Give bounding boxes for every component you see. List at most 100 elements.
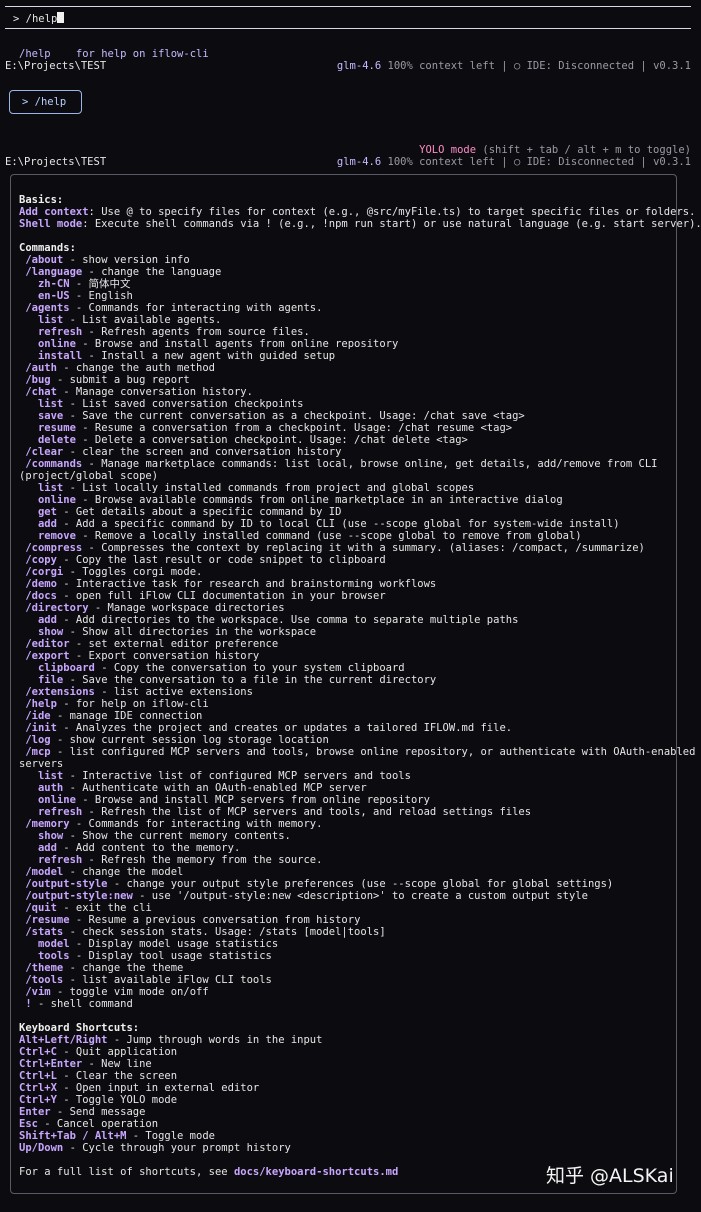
shortcut-item-description: - Toggle mode bbox=[126, 1130, 215, 1142]
command-item-description: - Remove a locally installed command (us… bbox=[75, 530, 582, 542]
basics-item-key: Shell mode bbox=[19, 218, 83, 230]
command-item: remove - Remove a locally installed comm… bbox=[19, 530, 701, 542]
command-item-description: - Interactive task for research and brai… bbox=[56, 578, 437, 590]
command-item-description: - Interactive list of configured MCP ser… bbox=[63, 770, 411, 782]
command-item-description: - Browse available commands from online … bbox=[75, 494, 563, 506]
command-item-key: /about bbox=[25, 254, 64, 266]
shortcut-item-key: Ctrl+X bbox=[19, 1082, 57, 1094]
footer-link[interactable]: docs/keyboard-shortcuts.md bbox=[234, 1166, 398, 1178]
command-item-key: /vim bbox=[25, 986, 51, 998]
shortcut-item: Enter - Send message bbox=[19, 1106, 701, 1118]
shortcut-item-key: Up/Down bbox=[19, 1142, 64, 1154]
command-item-key: /extensions bbox=[25, 686, 95, 698]
command-item-key: /tools bbox=[25, 974, 64, 986]
command-item: online - Browse and install agents from … bbox=[19, 338, 701, 350]
shortcut-item-description: - Quit application bbox=[56, 1046, 178, 1058]
command-item: (project/global scope) bbox=[19, 470, 701, 482]
command-item-key: add bbox=[37, 518, 57, 530]
command-item: /corgi - Toggles corgi mode. bbox=[19, 566, 701, 578]
command-item-description: - Add content to the memory. bbox=[56, 842, 241, 854]
command-item-description: - change the auth method bbox=[56, 362, 215, 374]
command-item: file - Save the conversation to a file i… bbox=[19, 674, 701, 686]
command-item-description: - Resume a conversation from a checkpoin… bbox=[75, 422, 513, 434]
command-item-description: - Refresh the list of MCP servers and to… bbox=[82, 806, 532, 818]
command-suggestion[interactable]: /help for help on iflow-cli bbox=[19, 48, 209, 60]
shortcut-item-key: Esc bbox=[19, 1118, 38, 1130]
command-item-key: delete bbox=[37, 434, 76, 446]
command-item-description: - change the model bbox=[63, 866, 184, 878]
status-path: E:\Projects\TEST bbox=[5, 60, 107, 72]
prompt-input[interactable]: /help bbox=[26, 13, 58, 25]
shortcut-item-key: Ctrl+C bbox=[19, 1046, 57, 1058]
prompt-symbol: > bbox=[13, 13, 20, 25]
command-item-key: /log bbox=[25, 734, 51, 746]
command-item-description: - Export conversation history bbox=[69, 650, 260, 662]
model-name: glm-4.6 bbox=[336, 156, 382, 168]
command-item-key: add bbox=[37, 842, 57, 854]
command-item: refresh - Refresh the list of MCP server… bbox=[19, 806, 701, 818]
prompt-input-box[interactable]: > /help bbox=[5, 6, 691, 29]
command-item-description: - Show all directories in the workspace bbox=[63, 626, 317, 638]
command-item-description: - Install a new agent with guided setup bbox=[82, 350, 336, 362]
command-item-key: list bbox=[37, 314, 64, 326]
command-item: /compress - Compresses the context by re… bbox=[19, 542, 701, 554]
command-item-key: /auth bbox=[25, 362, 57, 374]
command-item-description: - Manage marketplace commands: list loca… bbox=[82, 458, 658, 470]
command-item-key: auth bbox=[37, 782, 64, 794]
command-item-key: save bbox=[37, 410, 64, 422]
shortcut-item-description: - Cycle through your prompt history bbox=[63, 1142, 291, 1154]
command-item: /output-style - change your output style… bbox=[19, 878, 701, 890]
prompt-line[interactable]: > /help bbox=[13, 12, 65, 25]
command-item-description: - 简体中文 bbox=[69, 278, 131, 290]
shortcut-item: Up/Down - Cycle through your prompt hist… bbox=[19, 1142, 701, 1154]
command-item-key: /clear bbox=[25, 446, 64, 458]
shortcut-item-description: - Clear the screen bbox=[56, 1070, 178, 1082]
command-item-key: /stats bbox=[25, 926, 64, 938]
command-item: refresh - Refresh the memory from the so… bbox=[19, 854, 701, 866]
separator: | bbox=[640, 156, 647, 168]
command-item: /auth - change the auth method bbox=[19, 362, 701, 374]
shortcut-item-description: - New line bbox=[82, 1058, 152, 1070]
command-item: /demo - Interactive task for research an… bbox=[19, 578, 701, 590]
command-item-description: - Save the conversation to a file in the… bbox=[63, 674, 437, 686]
command-item: /tools - list available iFlow CLI tools bbox=[19, 974, 701, 986]
command-item-key: /output-style bbox=[25, 878, 108, 890]
command-item-description: - exit the cli bbox=[56, 902, 152, 914]
command-item-description: - show version info bbox=[63, 254, 190, 266]
command-item: list - List locally installed commands f… bbox=[19, 482, 701, 494]
command-item-key: online bbox=[37, 338, 76, 350]
basics-item-description: : Execute shell commands via ! (e.g., !n… bbox=[82, 218, 701, 230]
command-item-key: /memory bbox=[25, 818, 70, 830]
command-item-key: refresh bbox=[37, 854, 83, 866]
command-item: list - List available agents. bbox=[19, 314, 701, 326]
command-item-description: - Refresh agents from source files. bbox=[82, 326, 310, 338]
command-item-description: - manage IDE connection bbox=[50, 710, 203, 722]
shortcut-item-description: - Toggle YOLO mode bbox=[56, 1094, 178, 1106]
suggestion-description: for help on iflow-cli bbox=[75, 48, 209, 60]
command-item-description: - Toggles corgi mode. bbox=[63, 566, 203, 578]
command-item-description: servers bbox=[19, 758, 64, 770]
command-item-key: online bbox=[37, 494, 76, 506]
command-item-key: /theme bbox=[25, 962, 64, 974]
yolo-label: YOLO mode bbox=[419, 144, 477, 156]
command-item: /vim - toggle vim mode on/off bbox=[19, 986, 701, 998]
command-item-description: - Show the current memory contents. bbox=[63, 830, 291, 842]
shortcut-item-description: - Jump through words in the input bbox=[107, 1034, 323, 1046]
context-left: 100% context left bbox=[387, 156, 495, 168]
command-item-description: - Authenticate with an OAuth-enabled MCP… bbox=[63, 782, 367, 794]
command-item-key: en-US bbox=[37, 290, 70, 302]
command-item-key: tools bbox=[37, 950, 70, 962]
command-item-key: list bbox=[37, 482, 64, 494]
command-item-description: - for help on iflow-cli bbox=[56, 698, 209, 710]
basics-item: Shell mode: Execute shell commands via !… bbox=[19, 218, 701, 230]
help-panel: Basics: Add context: Use @ to specify fi… bbox=[10, 174, 701, 1194]
command-item-description: - Get details about a specific command b… bbox=[56, 506, 342, 518]
command-item-description: - Display tool usage statistics bbox=[69, 950, 272, 962]
command-item-key: show bbox=[37, 830, 64, 842]
command-item-key: remove bbox=[37, 530, 76, 542]
command-item: list - List saved conversation checkpoin… bbox=[19, 398, 701, 410]
shortcut-item: Ctrl+L - Clear the screen bbox=[19, 1070, 701, 1082]
command-item-key: /quit bbox=[25, 902, 57, 914]
command-item-key: /bug bbox=[25, 374, 51, 386]
command-item-key: add bbox=[37, 614, 57, 626]
